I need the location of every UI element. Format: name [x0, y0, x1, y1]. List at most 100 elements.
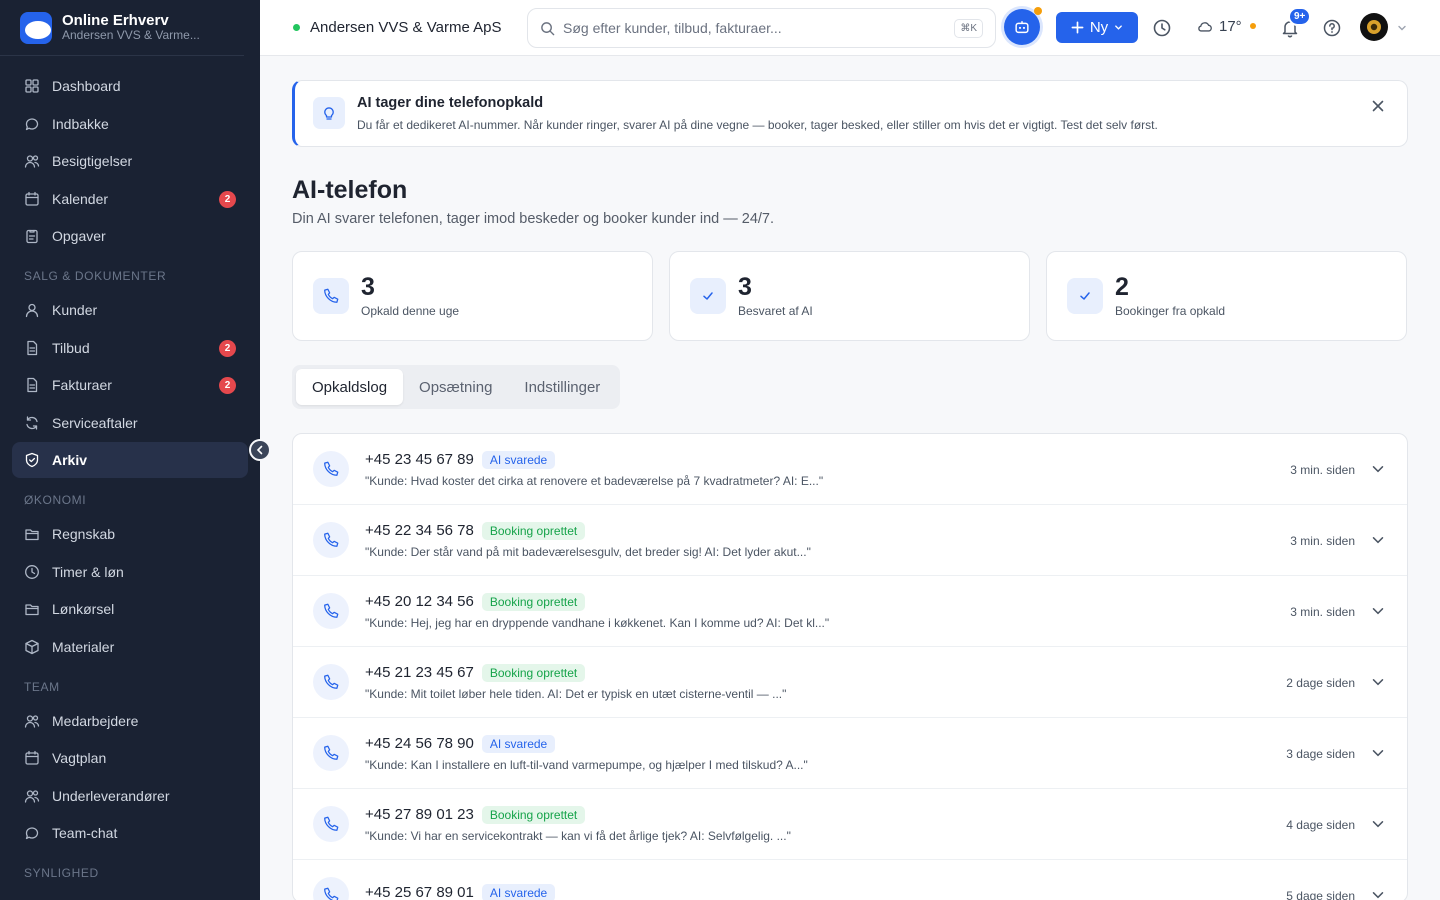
- sidebar-item-indbakke[interactable]: Indbakke: [12, 106, 248, 142]
- users-icon: [24, 788, 40, 804]
- weather-alert-dot: [1249, 23, 1256, 29]
- brand[interactable]: Online Erhverv Andersen VVS & Varme...: [0, 0, 244, 56]
- sidebar-item-label: Serviceaftaler: [52, 414, 138, 431]
- lightbulb-icon: [313, 97, 345, 129]
- call-row[interactable]: +45 21 23 45 67 Booking oprettet "Kunde: M…: [293, 647, 1407, 718]
- sidebar-item-arkiv[interactable]: Arkiv: [12, 442, 248, 478]
- clipboard-icon: [24, 228, 40, 244]
- sidebar-item-team-chat[interactable]: Team-chat: [12, 815, 248, 851]
- help-icon[interactable]: [1322, 18, 1342, 38]
- phone-icon: [313, 735, 349, 771]
- avatar[interactable]: [1360, 13, 1388, 41]
- sidebar-item-opgaver[interactable]: Opgaver: [12, 218, 248, 254]
- call-time: 3 dage siden: [1286, 747, 1355, 761]
- sidebar-item-label: Vagtplan: [52, 750, 107, 766]
- chevron-down-icon[interactable]: [1371, 888, 1385, 900]
- sidebar-item-label: Regnskab: [52, 526, 116, 542]
- sidebar-item-dashboard[interactable]: Dashboard: [12, 68, 248, 104]
- sidebar-item-regnskab[interactable]: Regnskab: [12, 516, 248, 552]
- count-badge: 2: [219, 377, 236, 394]
- tab-indstillinger[interactable]: Indstillinger: [508, 369, 616, 405]
- sidebar-item-underleverandører[interactable]: Underleverandører: [12, 778, 248, 814]
- call-row[interactable]: +45 22 34 56 78 Booking oprettet "Kunde: D…: [293, 505, 1407, 576]
- call-row[interactable]: +45 25 67 89 01 AI svarede 5 dage siden: [293, 860, 1407, 900]
- sidebar-item-hjemmeside[interactable]: Hjemmeside: [12, 889, 248, 900]
- chevron-down-icon[interactable]: [1371, 675, 1385, 689]
- chevron-down-icon: [1115, 25, 1123, 30]
- status-badge: AI svarede: [481, 883, 556, 900]
- sidebar-item-serviceaftaler[interactable]: Serviceaftaler: [12, 405, 248, 441]
- call-log-list: +45 23 45 67 89 AI svarede "Kunde: Hvad ko…: [292, 433, 1408, 900]
- sidebar-item-medarbejdere[interactable]: Medarbejdere: [12, 703, 248, 739]
- plus-icon: [1071, 21, 1084, 34]
- chevron-down-icon[interactable]: [1371, 533, 1385, 547]
- sidebar-item-label: Medarbejdere: [52, 712, 139, 729]
- call-row[interactable]: +45 20 12 34 56 Booking oprettet "Kunde: H…: [293, 576, 1407, 647]
- caller-number: +45 22 34 56 78: [365, 522, 474, 539]
- chevron-down-icon[interactable]: [1371, 462, 1385, 476]
- call-transcript-preview: "Kunde: Der står vand på mit badeværelse…: [365, 544, 811, 559]
- sidebar-item-label: Arkiv: [52, 452, 88, 468]
- sidebar-item-lønkørsel[interactable]: Lønkørsel: [12, 591, 248, 627]
- company-selector[interactable]: Andersen VVS & Varme ApS: [293, 19, 502, 36]
- count-badge: 2: [219, 339, 236, 357]
- call-row[interactable]: +45 23 45 67 89 AI svarede "Kunde: Hvad ko…: [293, 434, 1407, 505]
- stats-row: 3 Opkald denne uge 3 Besvaret af AI 2 Booking…: [292, 251, 1408, 341]
- new-button[interactable]: Ny: [1056, 12, 1138, 43]
- sidebar-item-label: Timer & løn: [52, 563, 124, 580]
- sidebar-item-fakturaer[interactable]: Fakturaer 2: [12, 367, 248, 403]
- stat-label: Bookinger fra opkald: [1115, 304, 1226, 319]
- caller-number: +45 25 67 89 01: [365, 884, 474, 900]
- sidebar-item-besigtigelser[interactable]: Besigtigelser: [12, 143, 248, 179]
- search-input[interactable]: [563, 20, 955, 36]
- phone-icon: [313, 522, 349, 558]
- sidebar-item-tilbud[interactable]: Tilbud 2: [12, 330, 248, 366]
- sidebar-item-label: Team-chat: [52, 825, 118, 841]
- history-icon[interactable]: [1152, 18, 1172, 38]
- calendar-icon: [24, 750, 40, 766]
- sidebar-collapse-button[interactable]: [249, 439, 271, 461]
- search-shortcut: ⌘K: [954, 18, 983, 38]
- caller-number: +45 24 56 78 90: [365, 735, 474, 752]
- search-box[interactable]: ⌘K: [527, 8, 996, 48]
- sidebar-item-label: Lønkørsel: [52, 601, 115, 617]
- call-time: 3 min. siden: [1290, 605, 1355, 619]
- sidebar: Online Erhverv Andersen VVS & Varme... D…: [0, 0, 260, 900]
- chevron-down-icon[interactable]: [1396, 22, 1408, 34]
- status-badge: Booking oprettet: [481, 663, 586, 682]
- sidebar-item-label: Materialer: [52, 638, 115, 655]
- chevron-down-icon[interactable]: [1371, 817, 1385, 831]
- tab-opkaldslog[interactable]: Opkaldslog: [296, 369, 404, 405]
- sidebar-item-kunder[interactable]: Kunder: [12, 292, 248, 328]
- search-icon: [541, 21, 555, 35]
- chevron-down-icon[interactable]: [1371, 746, 1385, 760]
- ai-assistant-button[interactable]: [1004, 9, 1040, 45]
- weather-widget[interactable]: 17°: [1196, 17, 1256, 35]
- phone-icon: [313, 451, 349, 487]
- phone-icon: [313, 877, 349, 900]
- tab-opsætning[interactable]: Opsætning: [403, 369, 508, 405]
- chevron-down-icon[interactable]: [1371, 604, 1385, 618]
- box-icon: [24, 639, 40, 655]
- caller-number: +45 21 23 45 67: [365, 664, 474, 681]
- stat-card: 2 Bookinger fra opkald: [1046, 251, 1407, 341]
- sidebar-item-vagtplan[interactable]: Vagtplan: [12, 740, 248, 776]
- caller-number: +45 20 12 34 56: [365, 593, 474, 610]
- call-row[interactable]: +45 24 56 78 90 AI svarede "Kunde: Kan I i…: [293, 718, 1407, 789]
- sidebar-item-label: Indbakke: [52, 115, 109, 132]
- sidebar-section-title: SYNLIGHED: [24, 866, 99, 880]
- weather-temperature: 17°: [1219, 17, 1242, 35]
- new-button-label: Ny: [1089, 19, 1109, 36]
- chat-icon: [24, 116, 40, 132]
- sidebar-item-kalender[interactable]: Kalender 2: [12, 181, 248, 217]
- sidebar-item-materialer[interactable]: Materialer: [12, 629, 248, 665]
- shield-icon: [24, 452, 40, 468]
- page-title: AI-telefon: [292, 176, 408, 204]
- close-icon[interactable]: [1371, 99, 1385, 113]
- call-transcript-preview: "Kunde: Vi har en servicekontrakt — kan …: [365, 828, 791, 843]
- call-row[interactable]: +45 27 89 01 23 Booking oprettet "Kunde: V…: [293, 789, 1407, 860]
- brand-logo: [20, 11, 52, 44]
- sidebar-item-timer-løn[interactable]: Timer & løn: [12, 554, 248, 590]
- stat-value: 2: [1115, 272, 1129, 301]
- status-badge: Booking oprettet: [481, 592, 586, 611]
